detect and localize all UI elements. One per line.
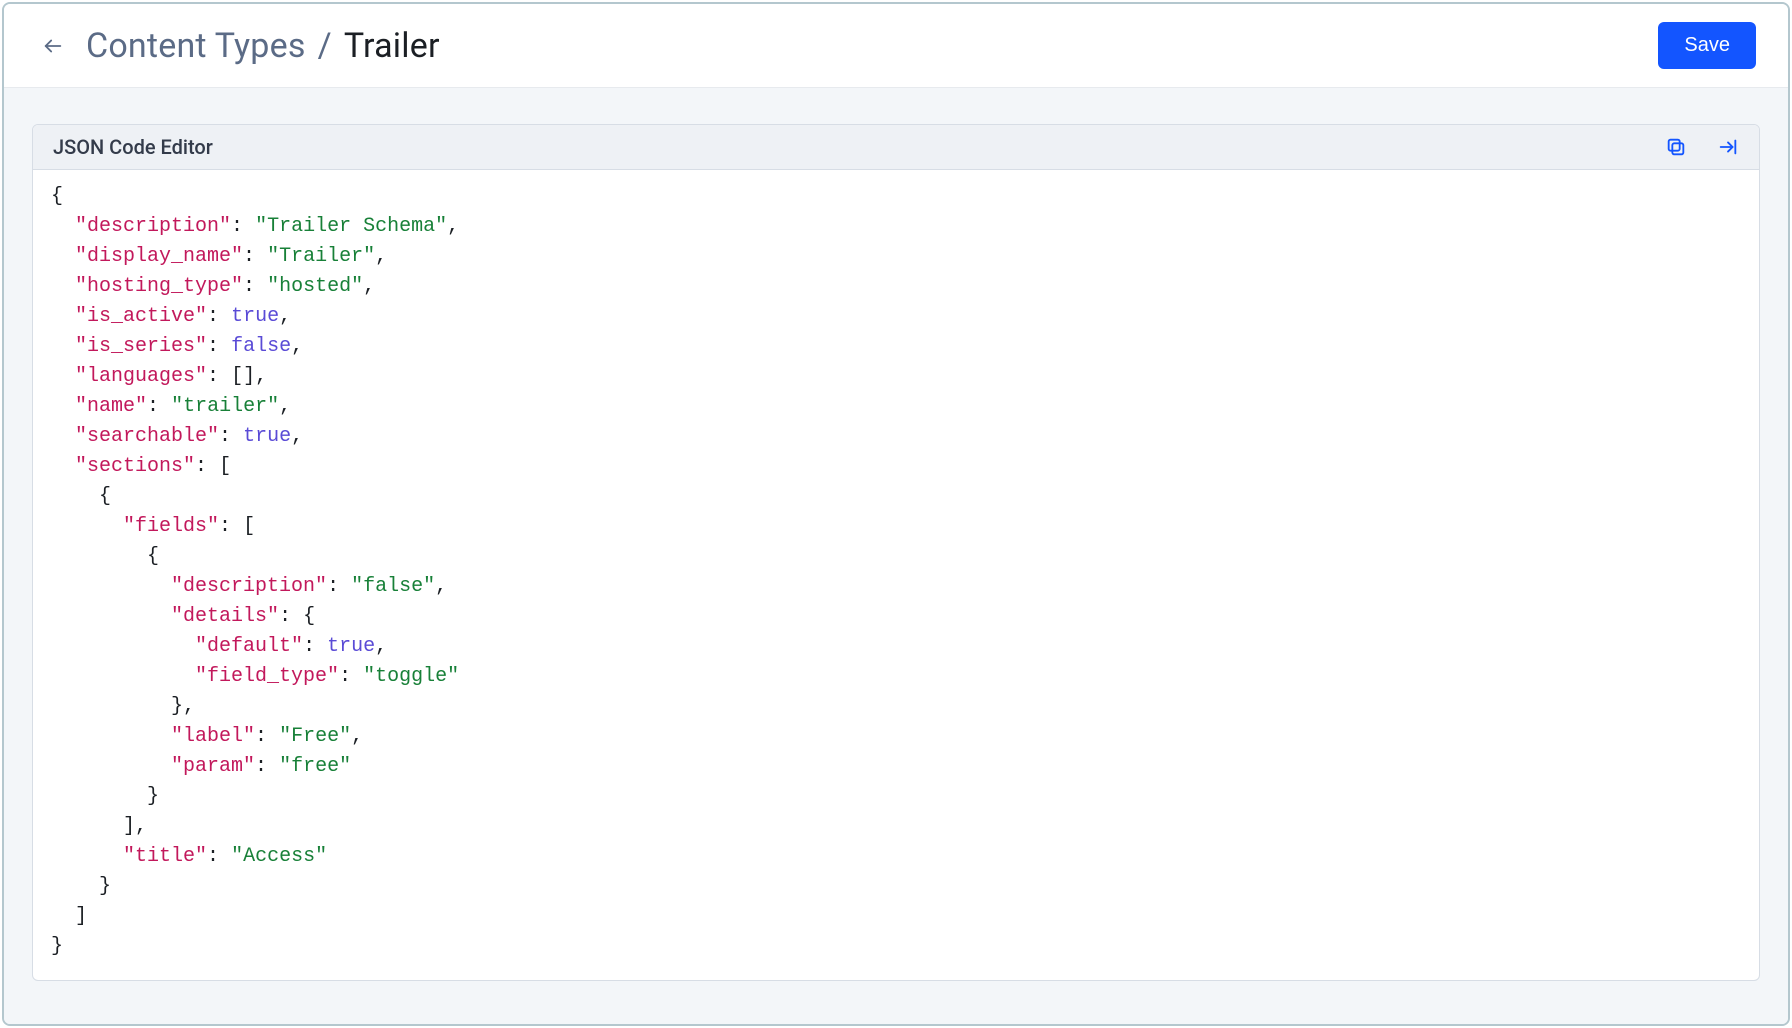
editor-title: JSON Code Editor [53,135,213,159]
editor-header: JSON Code Editor [33,125,1759,170]
app-frame: Content Types / Trailer Save JSON Code E… [2,2,1790,1026]
save-button[interactable]: Save [1658,22,1756,69]
collapse-right-icon[interactable] [1717,136,1739,158]
breadcrumb: Content Types / Trailer [86,26,440,66]
page-header: Content Types / Trailer Save [4,4,1788,88]
copy-icon[interactable] [1665,136,1687,158]
editor-actions [1665,136,1739,158]
content-area: JSON Code Editor [4,88,1788,1024]
breadcrumb-leaf: Trailer [344,26,440,66]
breadcrumb-root[interactable]: Content Types [86,26,306,66]
back-arrow-icon[interactable] [42,35,64,57]
header-left: Content Types / Trailer [42,26,440,66]
breadcrumb-separator: / [318,26,332,66]
json-editor-panel: JSON Code Editor [32,124,1760,981]
json-code-editor[interactable]: { "description": "Trailer Schema", "disp… [33,170,1759,980]
